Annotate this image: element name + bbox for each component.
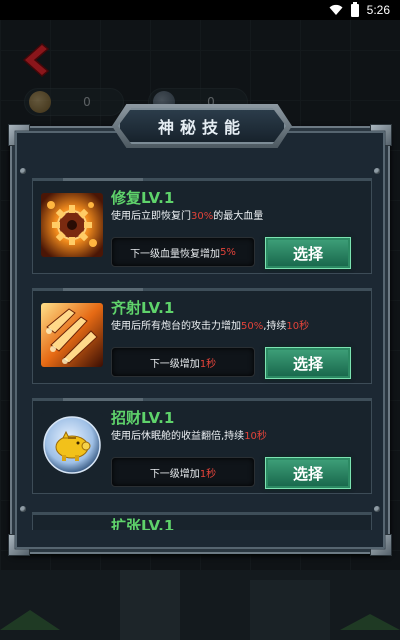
next-level-highlight: 1秒: [199, 358, 217, 370]
next-level-text: 下一级增加: [149, 468, 200, 480]
rivet: [374, 168, 380, 174]
title-plate: 神秘技能: [118, 108, 286, 144]
skill-description: 使用后立即恢复门30%的最大血量: [111, 210, 311, 224]
wifi-icon: [329, 4, 343, 15]
skill-name: 招财LV.1: [111, 409, 175, 427]
skill-list[interactable]: 修复LV.1 使用后立即恢复门30%的最大血量 下一级血量恢复增加5% 选择: [32, 170, 372, 530]
frame-corner: [8, 124, 30, 146]
background-terrain: [0, 570, 400, 640]
status-bar: 5:26: [0, 0, 400, 20]
desc-text: 使用后所有炮台的攻击力增加: [111, 321, 241, 332]
battery-icon: [350, 1, 359, 17]
desc-text: 使用后休眠舱的收益翻倍,持续: [111, 431, 245, 442]
desc-text: 的最大血量: [213, 211, 264, 222]
next-level-highlight: 5%: [220, 246, 236, 258]
select-button-repair[interactable]: 选择: [265, 237, 351, 269]
next-level-info: 下一级血量恢复增加 5%: [111, 237, 255, 267]
status-icons: 5:26: [329, 0, 390, 20]
skill-card-repair: 修复LV.1 使用后立即恢复门30%的最大血量 下一级血量恢复增加 5% 选择: [32, 178, 372, 274]
card-notch: [63, 288, 143, 291]
skill-card-fortune: 招财LV.1 使用后休眠舱的收益翻倍,持续10秒 下一级增加 1秒 选择: [32, 398, 372, 494]
desc-highlight: 10秒: [286, 321, 310, 332]
desc-highlight: 10秒: [244, 431, 267, 442]
card-notch: [63, 178, 143, 181]
status-clock: 5:26: [366, 3, 390, 17]
missile-volley-icon: [41, 303, 103, 367]
next-level-text: 下一级增加: [149, 358, 200, 370]
skill-name: 修复LV.1: [111, 189, 175, 207]
frame-corner: [370, 124, 392, 146]
desc-highlight: 50%: [241, 321, 264, 332]
skill-name: 扩张LV.1: [111, 517, 175, 530]
skill-description: 使用后所有炮台的攻击力增加50%,持续10秒: [111, 320, 311, 334]
desc-text: ,持续: [263, 321, 287, 332]
desc-highlight: 30%: [191, 211, 214, 222]
skill-card-expand: 扩张LV.1: [32, 512, 372, 530]
frame-corner: [8, 534, 30, 556]
piggy-bank-icon: [41, 413, 103, 477]
next-level-info: 下一级增加 1秒: [111, 347, 255, 377]
desc-text: 使用后立即恢复门: [111, 211, 191, 222]
next-level-info: 下一级增加 1秒: [111, 457, 255, 487]
repair-gear-icon: [41, 193, 103, 257]
rivet: [20, 168, 26, 174]
next-level-text: 下一级血量恢复增加: [130, 248, 221, 260]
skill-description: 使用后休眠舱的收益翻倍,持续10秒: [111, 430, 311, 444]
mystery-skills-dialog: 神秘技能 修复LV.1 使用后立即恢复门30%的最大血量 下一级血量恢复增加 5…: [8, 104, 392, 556]
skill-card-volley: 齐射LV.1 使用后所有炮台的攻击力增加50%,持续10秒 下一级增加 1秒 选择: [32, 288, 372, 384]
skill-name: 齐射LV.1: [111, 299, 175, 317]
rivet: [374, 506, 380, 512]
rivet: [20, 506, 26, 512]
next-level-highlight: 1秒: [199, 468, 217, 480]
frame-corner: [370, 534, 392, 556]
select-button-fortune[interactable]: 选择: [265, 457, 351, 489]
dialog-title: 神秘技能: [157, 118, 246, 137]
select-button-volley[interactable]: 选择: [265, 347, 351, 379]
card-notch: [63, 398, 143, 401]
